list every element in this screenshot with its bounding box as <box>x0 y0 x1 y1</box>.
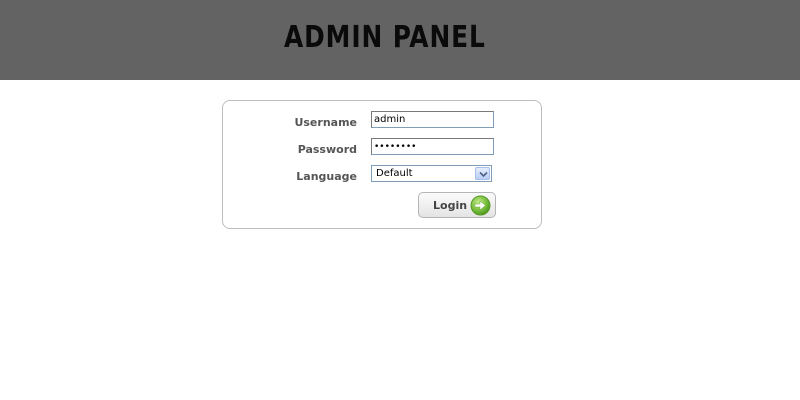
login-button[interactable]: Login <box>418 192 496 218</box>
login-button-label: Login <box>433 199 468 212</box>
language-select[interactable]: Default <box>371 165 492 182</box>
header-bar: ADMIN PANEL <box>0 0 800 80</box>
chevron-down-icon[interactable] <box>475 167 490 180</box>
page-title: ADMIN PANEL <box>284 20 486 55</box>
password-input[interactable] <box>371 138 494 155</box>
arrow-right-circle-icon <box>470 195 491 216</box>
chevron-down-icon-shape <box>479 171 488 178</box>
username-label: Username <box>294 116 357 129</box>
language-select-value: Default <box>376 168 413 179</box>
password-label: Password <box>297 143 357 156</box>
login-form: Username Password Language Default Login <box>222 100 542 229</box>
username-input[interactable] <box>371 111 494 128</box>
language-label: Language <box>296 170 357 183</box>
